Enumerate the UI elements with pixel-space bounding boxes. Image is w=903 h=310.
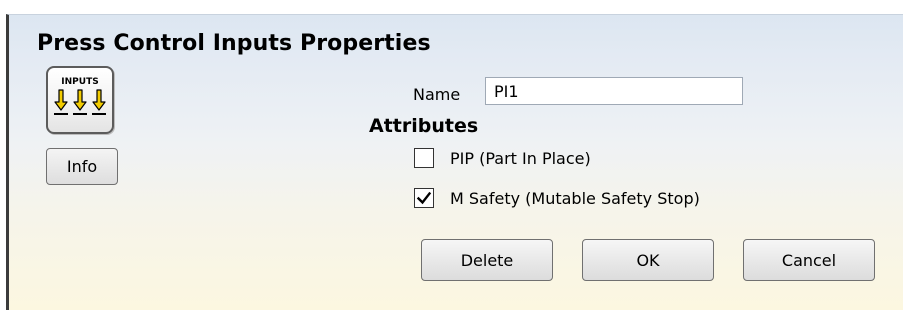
m-safety-checkbox[interactable] bbox=[414, 188, 434, 208]
delete-button[interactable]: Delete bbox=[421, 239, 553, 281]
pip-checkbox-label: PIP (Part In Place) bbox=[450, 148, 591, 168]
info-button[interactable]: Info bbox=[46, 148, 118, 185]
m-safety-checkbox-row[interactable]: M Safety (Mutable Safety Stop) bbox=[414, 187, 700, 209]
m-safety-checkbox-label: M Safety (Mutable Safety Stop) bbox=[450, 188, 700, 208]
properties-dialog: Press Control Inputs Properties INPUTS I… bbox=[6, 14, 903, 310]
inputs-icon-caption: INPUTS bbox=[61, 77, 98, 87]
attributes-heading: Attributes bbox=[369, 115, 479, 137]
dialog-title: Press Control Inputs Properties bbox=[37, 31, 431, 56]
inputs-icon: INPUTS bbox=[54, 77, 106, 115]
inputs-icon-button[interactable]: INPUTS bbox=[46, 66, 114, 134]
name-label: Name bbox=[413, 85, 461, 104]
name-input[interactable] bbox=[485, 77, 743, 105]
pip-checkbox[interactable] bbox=[414, 148, 434, 168]
checkmark-icon bbox=[416, 191, 432, 205]
pip-checkbox-row[interactable]: PIP (Part In Place) bbox=[414, 147, 591, 169]
cancel-button[interactable]: Cancel bbox=[743, 239, 875, 281]
ok-button[interactable]: OK bbox=[582, 239, 714, 281]
